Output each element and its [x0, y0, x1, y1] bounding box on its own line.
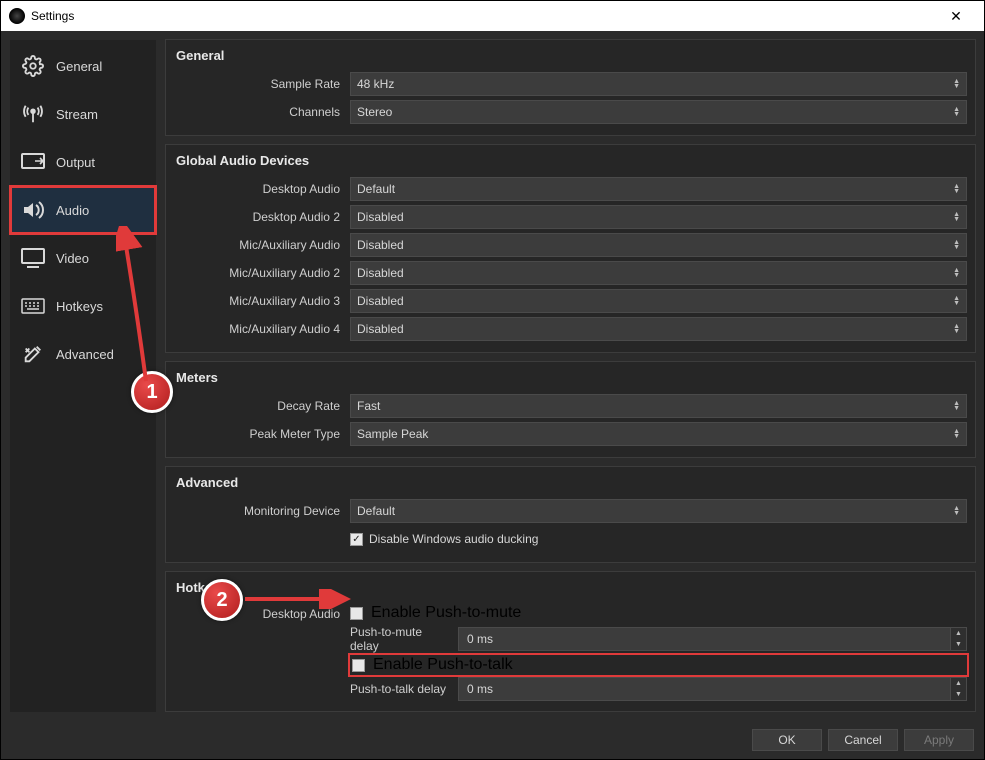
monitor-icon	[20, 248, 46, 268]
sidebar-item-label: General	[56, 59, 102, 74]
sidebar-item-stream[interactable]: Stream	[10, 90, 156, 138]
keyboard-icon	[20, 298, 46, 314]
sidebar-item-advanced[interactable]: Advanced	[10, 330, 156, 378]
spin-icon: ▲▼	[953, 240, 960, 250]
label-push-to-mute: Enable Push-to-mute	[371, 604, 521, 622]
group-global-audio: Global Audio Devices Desktop AudioDefaul…	[165, 144, 976, 353]
input-ptt-delay[interactable]: 0 ms	[458, 677, 951, 701]
spin-icon: ▲▼	[953, 506, 960, 516]
spinner-buttons[interactable]: ▲▼	[951, 627, 967, 651]
label-mic-aux-3: Mic/Auxiliary Audio 3	[174, 294, 350, 308]
select-mic-aux-4[interactable]: Disabled▲▼	[350, 317, 967, 341]
label-mic-aux-4: Mic/Auxiliary Audio 4	[174, 322, 350, 336]
sidebar-item-label: Audio	[56, 203, 89, 218]
group-hotkeys: Hotkeys Desktop Audio Enable Push-to-mut…	[165, 571, 976, 712]
input-ptm-delay[interactable]: 0 ms	[458, 627, 951, 651]
select-decay-rate[interactable]: Fast▲▼	[350, 394, 967, 418]
checkbox-disable-ducking[interactable]	[350, 533, 363, 546]
spin-icon: ▲▼	[953, 268, 960, 278]
group-title: Global Audio Devices	[174, 153, 967, 168]
sidebar-item-output[interactable]: Output	[10, 138, 156, 186]
ok-button[interactable]: OK	[752, 729, 822, 751]
spinner-buttons[interactable]: ▲▼	[951, 677, 967, 701]
checkbox-push-to-talk[interactable]	[352, 659, 365, 672]
apply-button: Apply	[904, 729, 974, 751]
tools-icon	[20, 343, 46, 365]
group-title: Advanced	[174, 475, 967, 490]
sidebar-item-label: Stream	[56, 107, 98, 122]
label-peak-meter: Peak Meter Type	[174, 427, 350, 441]
select-peak-meter[interactable]: Sample Peak▲▼	[350, 422, 967, 446]
output-icon	[20, 153, 46, 171]
select-monitoring-device[interactable]: Default▲▼	[350, 499, 967, 523]
app-icon	[9, 8, 25, 24]
sidebar-item-label: Advanced	[56, 347, 114, 362]
select-sample-rate[interactable]: 48 kHz▲▼	[350, 72, 967, 96]
label-desktop-audio: Desktop Audio	[174, 182, 350, 196]
group-title: Meters	[174, 370, 967, 385]
sidebar-item-video[interactable]: Video	[10, 234, 156, 282]
window-close-button[interactable]: ✕	[936, 8, 976, 25]
label-push-to-talk: Enable Push-to-talk	[373, 656, 513, 674]
label-ptm-delay: Push-to-mute delay	[350, 625, 450, 653]
spin-icon: ▲▼	[953, 324, 960, 334]
spin-icon: ▲▼	[953, 429, 960, 439]
group-title: General	[174, 48, 967, 63]
broadcast-icon	[20, 103, 46, 125]
window-titlebar: Settings ✕	[1, 1, 984, 31]
gear-icon	[20, 55, 46, 77]
sidebar-item-label: Video	[56, 251, 89, 266]
select-mic-aux[interactable]: Disabled▲▼	[350, 233, 967, 257]
select-desktop-audio-2[interactable]: Disabled▲▼	[350, 205, 967, 229]
select-mic-aux-3[interactable]: Disabled▲▼	[350, 289, 967, 313]
label-ptt-delay: Push-to-talk delay	[350, 682, 450, 696]
label-mic-aux: Mic/Auxiliary Audio	[174, 238, 350, 252]
group-meters: Meters Decay RateFast▲▼ Peak Meter TypeS…	[165, 361, 976, 458]
dialog-footer: OK Cancel Apply	[1, 721, 984, 759]
group-advanced: Advanced Monitoring DeviceDefault▲▼ Disa…	[165, 466, 976, 563]
label-hotkey-device: Desktop Audio	[174, 603, 350, 621]
label-channels: Channels	[174, 105, 350, 119]
sidebar-item-hotkeys[interactable]: Hotkeys	[10, 282, 156, 330]
select-channels[interactable]: Stereo▲▼	[350, 100, 967, 124]
spin-icon: ▲▼	[953, 79, 960, 89]
settings-sidebar: General Stream Output Audio	[9, 39, 157, 713]
spin-icon: ▲▼	[953, 401, 960, 411]
speaker-icon	[20, 199, 46, 221]
group-title: Hotkeys	[174, 580, 967, 595]
spin-icon: ▲▼	[953, 107, 960, 117]
spin-icon: ▲▼	[953, 296, 960, 306]
sidebar-item-label: Hotkeys	[56, 299, 103, 314]
cancel-button[interactable]: Cancel	[828, 729, 898, 751]
select-desktop-audio[interactable]: Default▲▼	[350, 177, 967, 201]
checkbox-push-to-mute[interactable]	[350, 607, 363, 620]
label-disable-ducking: Disable Windows audio ducking	[369, 532, 538, 546]
window-title: Settings	[31, 9, 74, 23]
label-monitoring-device: Monitoring Device	[174, 504, 350, 518]
label-sample-rate: Sample Rate	[174, 77, 350, 91]
select-mic-aux-2[interactable]: Disabled▲▼	[350, 261, 967, 285]
label-desktop-audio-2: Desktop Audio 2	[174, 210, 350, 224]
settings-content: General Sample Rate 48 kHz▲▼ Channels St…	[165, 39, 976, 721]
label-mic-aux-2: Mic/Auxiliary Audio 2	[174, 266, 350, 280]
sidebar-item-audio[interactable]: Audio	[10, 186, 156, 234]
sidebar-item-general[interactable]: General	[10, 42, 156, 90]
label-decay-rate: Decay Rate	[174, 399, 350, 413]
spin-icon: ▲▼	[953, 212, 960, 222]
group-general: General Sample Rate 48 kHz▲▼ Channels St…	[165, 39, 976, 136]
spin-icon: ▲▼	[953, 184, 960, 194]
sidebar-item-label: Output	[56, 155, 95, 170]
